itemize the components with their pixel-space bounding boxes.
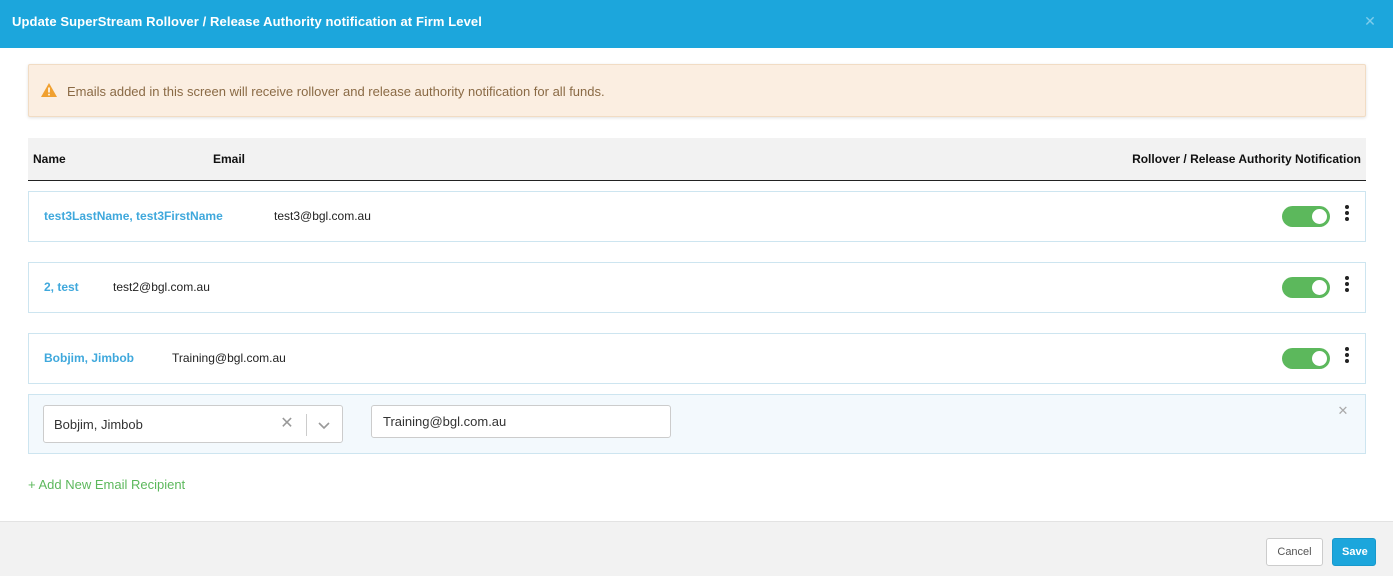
save-button[interactable]: Save	[1332, 538, 1376, 566]
recipient-select[interactable]: Bobjim, Jimbob ✕	[43, 405, 343, 443]
toggle-knob	[1312, 280, 1327, 295]
column-header-name: Name	[33, 152, 66, 166]
notification-toggle[interactable]	[1282, 277, 1330, 298]
more-options-icon[interactable]	[1343, 205, 1351, 223]
recipient-name-link[interactable]: Bobjim, Jimbob	[44, 351, 134, 365]
notification-toggle[interactable]	[1282, 206, 1330, 227]
recipient-email: test2@bgl.com.au	[113, 280, 210, 294]
toggle-knob	[1312, 351, 1327, 366]
recipient-row: 2, test test2@bgl.com.au	[28, 262, 1366, 313]
toggle-knob	[1312, 209, 1327, 224]
modal-title: Update SuperStream Rollover / Release Au…	[12, 14, 482, 29]
column-header-notification: Rollover / Release Authority Notificatio…	[1132, 152, 1361, 166]
recipient-select-value: Bobjim, Jimbob	[54, 417, 143, 432]
remove-row-icon[interactable]: ✕	[1337, 404, 1349, 417]
column-header-email: Email	[213, 152, 246, 166]
info-alert: Emails added in this screen will receive…	[28, 64, 1366, 117]
edit-recipient-row: Bobjim, Jimbob ✕ ✕	[28, 394, 1366, 454]
cancel-button[interactable]: Cancel	[1266, 538, 1323, 566]
recipient-name-link[interactable]: test3LastName, test3FirstName	[44, 209, 223, 223]
table-header: Name Email Rollover / Release Authority …	[28, 138, 1366, 181]
recipient-name-link[interactable]: 2, test	[44, 280, 79, 294]
add-recipient-link[interactable]: + Add New Email Recipient	[28, 477, 185, 492]
recipient-row: test3LastName, test3FirstName test3@bgl.…	[28, 191, 1366, 242]
more-options-icon[interactable]	[1343, 276, 1351, 294]
recipient-email: Training@bgl.com.au	[172, 351, 286, 365]
notification-modal: Update SuperStream Rollover / Release Au…	[0, 0, 1393, 576]
modal-header: Update SuperStream Rollover / Release Au…	[0, 0, 1393, 48]
recipient-row: Bobjim, Jimbob Training@bgl.com.au	[28, 333, 1366, 384]
warning-icon	[41, 83, 57, 97]
more-options-icon[interactable]	[1343, 347, 1351, 365]
clear-icon[interactable]: ✕	[279, 415, 295, 433]
close-icon[interactable]: ✕	[1363, 14, 1377, 28]
recipient-email: test3@bgl.com.au	[274, 209, 371, 223]
notification-toggle[interactable]	[1282, 348, 1330, 369]
modal-footer: Cancel Save	[0, 521, 1393, 576]
alert-message: Emails added in this screen will receive…	[67, 84, 605, 99]
select-separator	[306, 414, 307, 436]
email-input[interactable]	[371, 405, 671, 438]
chevron-down-icon[interactable]	[317, 418, 331, 432]
